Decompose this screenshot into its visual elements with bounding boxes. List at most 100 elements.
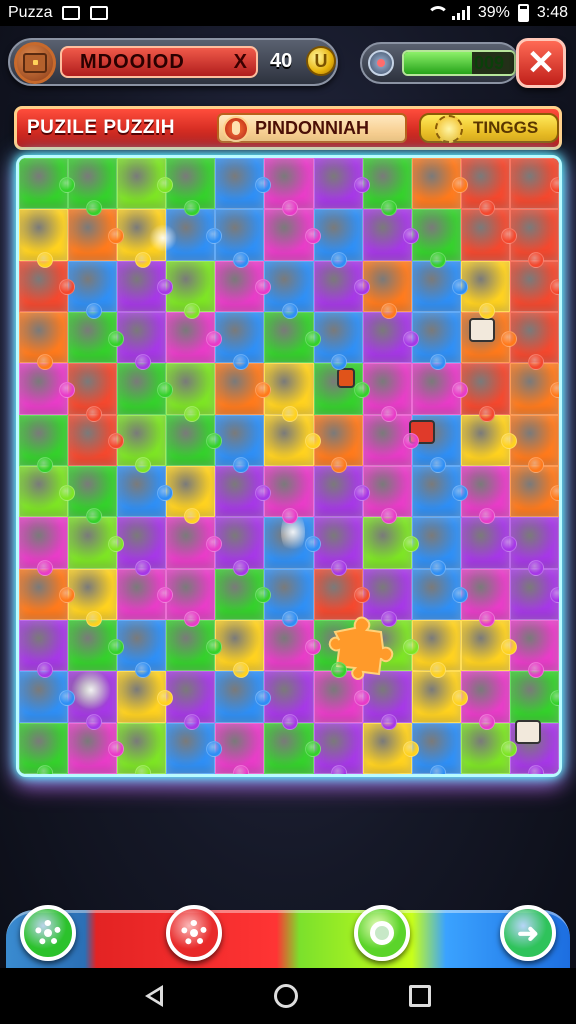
puzzle-piece[interactable] [460,671,510,731]
puzzle-piece[interactable] [460,465,510,525]
puzzle-piece[interactable] [215,260,272,312]
puzzle-piece[interactable] [362,158,412,217]
mode-button[interactable]: PINDONNIAH [217,113,407,143]
puzzle-piece[interactable] [215,363,272,415]
puzzle-piece[interactable] [215,671,272,723]
puzzle-piece[interactable] [313,414,363,474]
puzzle-piece[interactable] [460,363,510,423]
puzzle-piece[interactable] [68,260,118,320]
puzzle-piece[interactable] [215,414,265,474]
puzzle-piece[interactable] [166,158,216,217]
puzzle-piece[interactable] [264,619,321,672]
home-icon[interactable] [273,984,298,1008]
options-button[interactable] [166,905,222,961]
puzzle-piece[interactable] [19,311,69,371]
puzzle-piece[interactable] [117,311,167,371]
puzzle-piece[interactable] [19,722,69,774]
puzzle-piece[interactable] [509,158,559,210]
puzzle-piece[interactable] [215,619,265,679]
puzzle-piece[interactable] [19,517,69,577]
robot-token-icon[interactable] [515,720,541,744]
puzzle-piece[interactable] [117,158,174,210]
puzzle-piece[interactable] [509,568,559,620]
puzzle-piece[interactable] [411,722,461,774]
back-icon[interactable] [145,985,164,1007]
puzzle-piece[interactable] [411,568,468,620]
puzzle-piece[interactable] [509,414,559,474]
close-button[interactable]: ✕ [516,38,566,88]
puzzle-piece[interactable] [68,209,125,261]
puzzle-piece[interactable] [19,568,76,620]
puzzle-piece[interactable] [166,722,223,774]
puzzle-piece[interactable] [19,260,76,312]
puzzle-piece[interactable] [264,260,314,320]
puzzle-piece[interactable] [313,517,363,577]
hint-button[interactable] [354,905,410,961]
puzzle-piece[interactable] [411,363,468,415]
puzzle-board[interactable] [16,155,562,777]
puzzle-piece[interactable] [509,671,559,723]
puzzle-piece[interactable] [215,465,272,518]
puzzle-piece[interactable] [264,311,321,364]
puzzle-piece[interactable] [117,568,174,620]
puzzle-piece[interactable] [68,722,125,774]
puzzle-piece[interactable] [68,363,118,423]
puzzle-piece[interactable] [362,363,412,423]
puzzle-piece[interactable] [264,414,321,466]
puzzle-piece[interactable] [166,465,216,525]
puzzle-piece[interactable] [166,363,216,423]
puzzle-piece[interactable] [68,465,118,525]
puzzle-piece[interactable] [509,363,559,415]
avatar[interactable] [14,42,56,84]
puzzle-piece[interactable] [509,311,559,371]
puzzle-piece[interactable] [509,465,559,518]
puzzle-piece[interactable] [313,260,370,312]
player-name-plate[interactable]: MDOOIOD X [60,46,258,78]
puzzle-piece[interactable] [362,209,419,261]
puzzle-piece[interactable] [68,414,125,466]
puzzle-piece[interactable] [215,722,265,774]
puzzle-piece[interactable] [313,722,363,774]
puzzle-piece[interactable] [313,465,370,518]
puzzle-piece[interactable] [117,517,167,577]
puzzle-piece[interactable] [411,671,468,723]
puzzle-piece[interactable] [19,363,76,415]
puzzle-piece[interactable] [411,619,461,679]
puzzle-piece[interactable] [68,311,125,364]
puzzle-piece[interactable] [460,568,510,628]
puzzle-piece[interactable] [215,568,272,620]
puzzle-piece[interactable] [68,619,125,672]
puzzle-piece[interactable] [264,465,314,525]
puzzle-piece[interactable] [460,158,510,217]
life-orb-icon[interactable] [368,50,394,76]
puzzle-piece[interactable] [166,517,223,569]
puzzle-piece[interactable] [362,311,419,364]
puzzle-piece[interactable] [411,517,461,577]
puzzle-piece[interactable] [117,260,174,312]
puzzle-piece[interactable] [411,465,468,518]
puzzle-piece[interactable] [460,260,510,320]
next-button[interactable]: ➜ [500,905,556,961]
puzzle-piece[interactable] [68,517,125,569]
puzzle-piece[interactable] [264,722,321,774]
puzzle-piece[interactable] [264,671,314,731]
puzzle-piece[interactable] [362,517,419,569]
puzzle-piece[interactable] [68,568,118,628]
puzzle-piece[interactable] [362,414,419,466]
puzzle-piece[interactable] [460,517,518,569]
puzzle-piece[interactable] [19,671,76,723]
settings-pill-button[interactable]: TINGGS [419,113,559,143]
puzzle-piece[interactable] [117,465,174,518]
puzzle-piece[interactable] [509,517,559,577]
puzzle-piece[interactable] [117,722,167,774]
robot-token-icon[interactable] [469,318,495,342]
puzzle-piece[interactable] [215,517,265,577]
puzzle-piece[interactable] [117,619,167,679]
puzzle-piece[interactable] [264,158,314,217]
puzzle-piece[interactable] [264,209,321,261]
pin-token-icon[interactable] [337,368,355,388]
puzzle-piece[interactable] [117,671,174,723]
puzzle-piece[interactable] [264,568,314,628]
puzzle-piece[interactable] [117,363,174,415]
puzzle-piece[interactable] [313,311,363,371]
